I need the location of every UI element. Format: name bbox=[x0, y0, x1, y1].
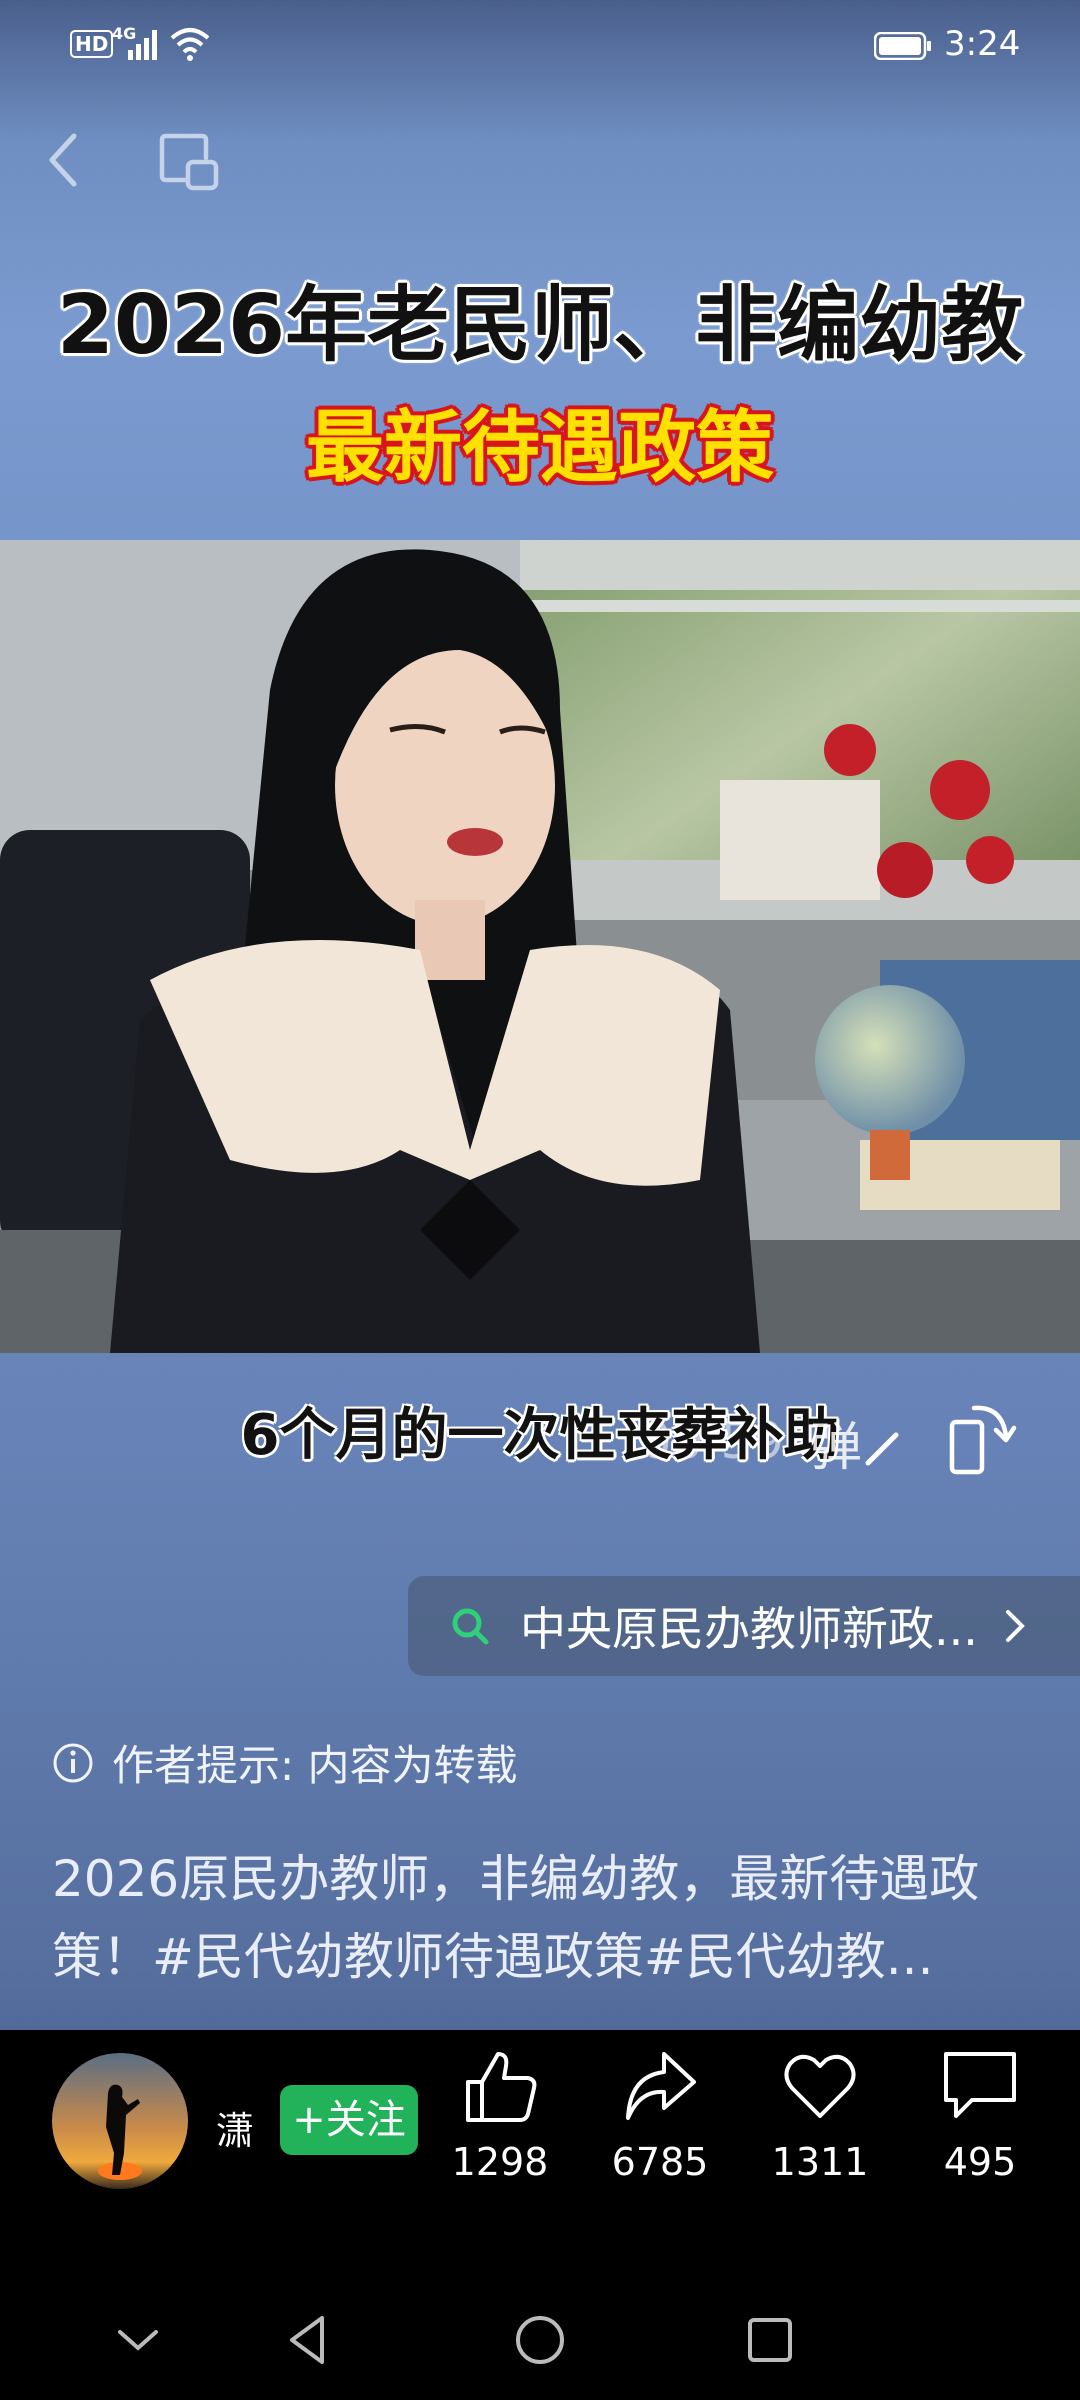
related-search-text: 中央原民办教师新政... bbox=[520, 1602, 978, 1656]
comment-icon bbox=[944, 2052, 1016, 2118]
share-count: 6785 bbox=[611, 2140, 709, 2184]
related-search-pill[interactable]: 中央原民办教师新政... bbox=[408, 1576, 1080, 1676]
battery-icon bbox=[874, 32, 931, 60]
chevron-right-icon bbox=[1005, 1610, 1025, 1642]
video-subtitle: 6个月的一次性丧葬补助 bbox=[240, 1403, 840, 1468]
hd-badge: HD bbox=[70, 30, 114, 58]
favorite-button[interactable]: 1311 bbox=[755, 2046, 885, 2184]
nav-home-icon[interactable] bbox=[510, 2310, 570, 2370]
nav-recents-icon[interactable] bbox=[740, 2310, 800, 2370]
status-bar: HD 4G 3:24 bbox=[0, 0, 1080, 95]
info-icon bbox=[53, 1743, 93, 1782]
nav-collapse-icon[interactable] bbox=[108, 2310, 168, 2370]
video-frame-image bbox=[0, 540, 1080, 1353]
back-icon[interactable] bbox=[40, 130, 90, 190]
comment-button[interactable]: 495 bbox=[915, 2046, 1045, 2184]
signal-icon bbox=[128, 30, 157, 60]
rotate-screen-icon[interactable] bbox=[948, 1400, 1018, 1480]
danmu-label: 弹 bbox=[810, 1418, 863, 1478]
like-button[interactable]: 1298 bbox=[435, 2046, 565, 2184]
avatar-image bbox=[52, 2053, 188, 2189]
thumbs-up-icon bbox=[466, 2052, 537, 2122]
follow-button[interactable]: +关注 bbox=[280, 2085, 418, 2155]
heart-icon bbox=[784, 2054, 856, 2118]
clock: 3:24 bbox=[944, 24, 1021, 64]
author-name[interactable]: 潇 bbox=[216, 2100, 266, 2155]
pen-icon bbox=[865, 1432, 899, 1466]
danmu-button[interactable]: 弹 bbox=[810, 1405, 899, 1478]
comment-count: 495 bbox=[943, 2140, 1017, 2184]
favorite-count: 1311 bbox=[771, 2140, 869, 2184]
video-title-line1: 2026年老民师、非编幼教 bbox=[56, 278, 1024, 373]
video-title-line2: 最新待遇政策 bbox=[305, 403, 774, 493]
author-note: 作者提示: 内容为转载 bbox=[52, 1732, 518, 1793]
wifi-icon bbox=[170, 28, 210, 61]
share-button[interactable]: 6785 bbox=[595, 2046, 725, 2184]
share-icon bbox=[626, 2052, 696, 2120]
avatar[interactable] bbox=[52, 2053, 188, 2189]
nav-back-icon[interactable] bbox=[280, 2310, 340, 2370]
like-count: 1298 bbox=[451, 2140, 549, 2184]
floating-window-icon[interactable] bbox=[158, 132, 220, 194]
video-description[interactable]: 2026原民办教师，非编幼教，最新待遇政策！#民代幼教师待遇政策#民代幼教... bbox=[52, 1840, 1042, 1996]
video-player[interactable] bbox=[0, 540, 1080, 1353]
author-note-text: 作者提示: 内容为转载 bbox=[112, 1741, 518, 1790]
search-icon bbox=[452, 1608, 489, 1645]
